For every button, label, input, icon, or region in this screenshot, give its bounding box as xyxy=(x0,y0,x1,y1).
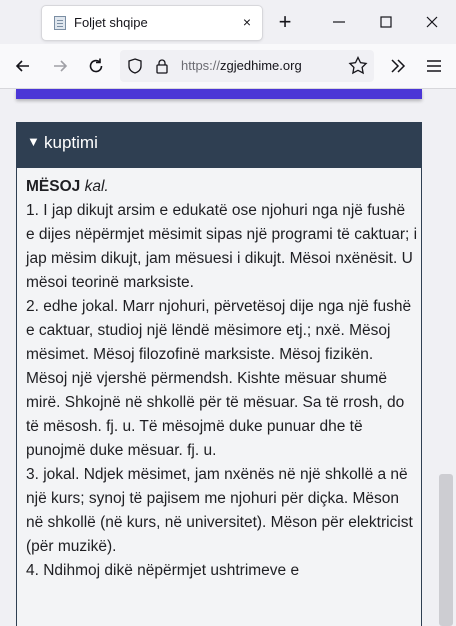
sense-4: 4. Ndihmoj dikë nëpërmjet ushtrimeve e xyxy=(26,562,300,579)
sense-2: 2. edhe jokal. Marr njohuri, përvetësoj … xyxy=(26,298,412,459)
section-title: kuptimi xyxy=(44,133,98,152)
definition-text: MËSOJ kal. 1. I jap dikujt arsim e eduka… xyxy=(26,175,418,583)
page-content: ▼ kuptimi MËSOJ kal. 1. I jap dikujt ars… xyxy=(0,89,436,626)
maximize-icon[interactable] xyxy=(374,10,398,34)
lock-icon[interactable] xyxy=(153,57,171,80)
document-icon xyxy=(54,16,66,30)
sense-3: 3. jokal. Ndjek mësimet, jam nxënës në n… xyxy=(26,466,413,555)
overflow-chevrons-icon[interactable] xyxy=(385,53,411,79)
browser-tab[interactable]: Foljet shqipe × xyxy=(42,6,262,40)
url-host: zgjedhime.org xyxy=(220,58,302,73)
tab-strip: Foljet shqipe × + xyxy=(0,0,456,44)
hamburger-menu-icon[interactable] xyxy=(421,53,447,79)
address-bar[interactable]: https://zgjedhime.org xyxy=(120,50,374,82)
meaning-section-header[interactable]: ▼ kuptimi xyxy=(16,122,422,168)
tab-title: Foljet shqipe xyxy=(74,15,148,30)
url-text[interactable]: https://zgjedhime.org xyxy=(181,58,302,73)
page-scrollbar[interactable] xyxy=(436,89,456,626)
forward-arrow-icon[interactable] xyxy=(47,53,73,79)
navigation-toolbar: https://zgjedhime.org xyxy=(0,44,456,89)
minimize-icon[interactable] xyxy=(327,10,351,34)
collapse-triangle-icon[interactable]: ▼ xyxy=(27,134,40,149)
meaning-section-body: MËSOJ kal. 1. I jap dikujt arsim e eduka… xyxy=(16,168,422,626)
accent-banner xyxy=(16,89,422,99)
new-tab-button[interactable]: + xyxy=(274,11,296,33)
tab-close-button[interactable]: × xyxy=(238,13,256,31)
headword: MËSOJ xyxy=(26,178,81,195)
part-of-speech: kal. xyxy=(84,178,109,195)
star-icon[interactable] xyxy=(345,53,371,79)
entry-heading: MËSOJ kal. xyxy=(26,175,418,199)
back-arrow-icon[interactable] xyxy=(10,53,36,79)
sense-1: 1. I jap dikujt arsim e edukatë ose njoh… xyxy=(26,202,418,291)
url-scheme: https:// xyxy=(181,58,221,73)
scrollbar-thumb[interactable] xyxy=(439,474,453,626)
close-icon[interactable] xyxy=(420,10,444,34)
shield-icon[interactable] xyxy=(126,57,144,80)
reload-icon[interactable] xyxy=(83,53,109,79)
